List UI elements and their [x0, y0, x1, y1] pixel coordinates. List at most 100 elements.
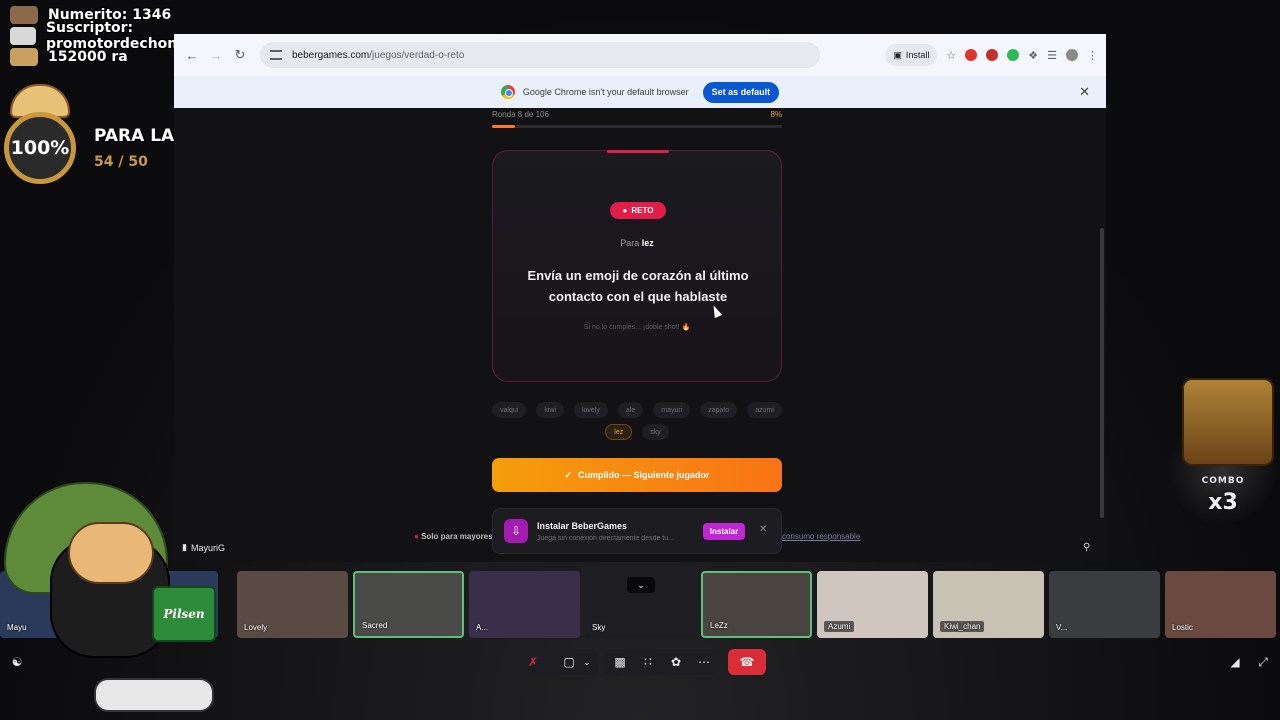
beer-brand-text: Pilsen	[163, 607, 205, 621]
round-label: Ronda 8 de 106	[492, 110, 549, 119]
player-chip[interactable]: azumi	[747, 402, 782, 418]
player-chip[interactable]: sky	[642, 424, 669, 440]
goal-percent: 100%	[10, 137, 70, 159]
install-label: Install	[905, 50, 930, 60]
back-icon[interactable]: ←	[182, 48, 202, 63]
participant-tile[interactable]: Kiwi_chan	[933, 571, 1044, 638]
goal-progress-ring: 100%	[4, 112, 76, 184]
set-default-button[interactable]: Set as default	[702, 81, 780, 103]
player-chip[interactable]: zapato	[700, 402, 738, 418]
participant-name: Sacred	[362, 621, 388, 630]
participant-tile[interactable]: Azumi	[817, 571, 928, 638]
mascot-overlay: Pilsen	[4, 482, 220, 720]
player-chip[interactable]: kiwi	[536, 402, 564, 418]
participant-tile[interactable]: Sky ⌄	[585, 571, 696, 638]
mic-muted-icon[interactable]: ✗	[518, 649, 548, 675]
volume-icon[interactable]: ◢	[1224, 649, 1246, 675]
site-info-icon[interactable]	[270, 50, 282, 60]
tile-options-icon[interactable]: ⌄	[627, 577, 655, 593]
forward-icon[interactable]: →	[206, 48, 226, 63]
zoom-icon[interactable]: ⚲	[1083, 542, 1090, 553]
next-player-button[interactable]: ✓ Cumplido — Siguiente jugador	[492, 458, 782, 492]
browser-toolbar: ← → ↻ bebergames.com/juegos/verdad-o-ret…	[174, 34, 1106, 76]
combo-portrait	[1182, 378, 1274, 466]
install-prompt-subtitle: Juega sin conexión directamente desde tu…	[537, 535, 674, 542]
participant-tile[interactable]: LeZz	[701, 571, 812, 638]
opera-extension-icon[interactable]	[965, 49, 978, 61]
player-chip[interactable]: lovely	[573, 402, 608, 418]
profile-avatar[interactable]	[1066, 49, 1078, 61]
url-path: /juegos/verdad-o-reto	[369, 49, 465, 61]
game-page: Ronda 8 de 106 8% ● RETO Para lez Envía u…	[174, 108, 1106, 562]
player-chip[interactable]: valqui	[492, 402, 527, 418]
media-controls-icon[interactable]: ☰	[1047, 49, 1057, 62]
card-accent-bar	[607, 150, 669, 153]
challenge-text: Envía un emoji de corazón al último cont…	[527, 268, 749, 304]
cat-icon	[10, 5, 38, 24]
browser-window: ← → ↻ bebergames.com/juegos/verdad-o-ret…	[174, 34, 1106, 562]
participant-tile[interactable]: Lovely	[237, 571, 348, 638]
round-progress-bar	[492, 125, 782, 128]
chevron-down-icon[interactable]: ⌄	[580, 649, 594, 675]
participant-tile[interactable]: Sacred	[353, 571, 464, 638]
share-screen-icon[interactable]: ▩	[608, 649, 632, 675]
participant-name: Lostic	[1172, 623, 1193, 632]
round-progress-percent: 8%	[770, 110, 782, 119]
adblock-extension-icon[interactable]	[986, 49, 999, 61]
participant-name: A...	[476, 623, 489, 632]
round-indicator: Ronda 8 de 106 8%	[492, 110, 782, 119]
url-host: bebergames.com	[292, 49, 370, 61]
warning-icon: ●	[414, 532, 419, 541]
sheep-icon	[10, 26, 36, 45]
participant-name: Azumi	[824, 621, 855, 632]
coin-icon	[10, 47, 38, 66]
chrome-logo-icon	[500, 85, 515, 99]
infobar-message: Google Chrome isn't your default browser	[522, 87, 689, 97]
participant-tile[interactable]: A...	[469, 571, 580, 638]
fullscreen-icon[interactable]: ⤢	[1252, 649, 1274, 675]
participant-tile[interactable]: Lostic	[1165, 571, 1276, 638]
combo-value: x3	[1208, 490, 1238, 515]
participant-name: Lovely	[244, 623, 268, 632]
apps-grid-icon[interactable]: ∷	[636, 649, 660, 675]
toolbar-actions: ▣ Install ☆ ❖ ☰ ⋮	[885, 44, 1098, 66]
responsible-drinking-link[interactable]: consumo responsable	[782, 532, 860, 541]
participant-name: V...	[1056, 623, 1068, 632]
close-icon[interactable]: ✕	[759, 524, 767, 535]
participant-tile[interactable]: V...	[1049, 571, 1160, 638]
reload-icon[interactable]: ↻	[230, 47, 250, 63]
leave-call-button[interactable]: ☎	[728, 649, 766, 675]
player-chip[interactable]: lez	[605, 424, 633, 440]
page-scrollbar[interactable]	[1100, 228, 1104, 518]
player-chip[interactable]: mayuri	[653, 402, 691, 418]
check-icon: ✓	[564, 469, 573, 480]
menu-kebab-icon[interactable]: ⋮	[1087, 49, 1098, 62]
stat-extra-text: 152000 ra	[48, 48, 128, 65]
extensions-puzzle-icon[interactable]: ❖	[1028, 49, 1038, 62]
bookmark-star-icon[interactable]: ☆	[946, 49, 956, 62]
download-icon: ⇩	[504, 519, 528, 543]
age-notice: ● Solo para mayores	[414, 532, 493, 541]
mascot-face	[68, 522, 154, 584]
age-notice-text: Solo para mayores	[421, 532, 493, 541]
green-extension-icon[interactable]	[1007, 49, 1020, 61]
address-bar[interactable]: bebergames.com/juegos/verdad-o-reto	[260, 42, 820, 68]
mascot-shoes	[94, 678, 214, 712]
combo-label: COMBO	[1201, 476, 1245, 486]
more-options-icon[interactable]: ⋯	[692, 649, 716, 675]
soundboard-icon[interactable]: ✿	[664, 649, 688, 675]
install-prompt: ⇩ Instalar BeberGames Juega sin conexión…	[492, 508, 782, 554]
install-app-button[interactable]: ▣ Install	[885, 44, 938, 66]
para-prefix: Para	[620, 238, 640, 248]
penalty-hint: Si no lo cumples... ¡doble shot! 🔥	[583, 324, 691, 331]
player-chip[interactable]: ale	[617, 402, 644, 418]
goal-count: 54 / 50	[94, 154, 148, 170]
camera-off-icon[interactable]: ▢	[556, 649, 582, 675]
install-prompt-button[interactable]: Instalar	[703, 523, 745, 540]
default-browser-infobar: Google Chrome isn't your default browser…	[174, 76, 1106, 108]
round-progress-fill	[492, 125, 516, 128]
beer-cans-icon: Pilsen	[152, 586, 216, 642]
challenge-card: ● RETO Para lez Envía un emoji de corazón…	[492, 150, 782, 382]
stream-scene: Numerito: 1346 Suscriptor: promotordecho…	[0, 0, 1280, 720]
close-icon[interactable]: ✕	[1079, 84, 1090, 100]
